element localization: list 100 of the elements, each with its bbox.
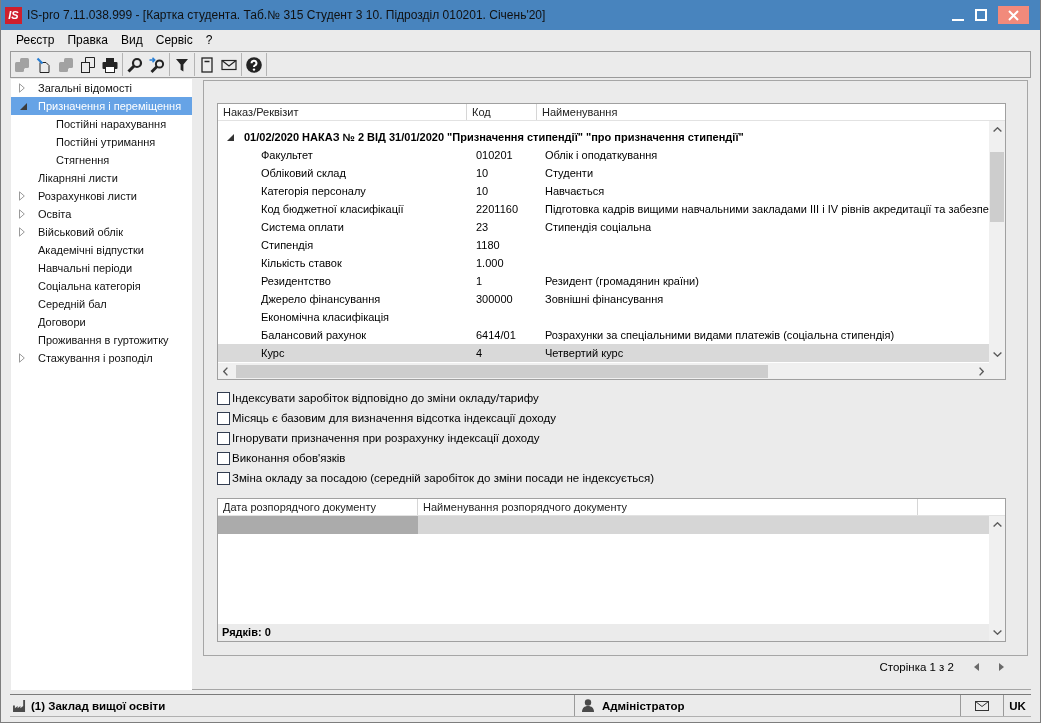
- app-logo: IS: [5, 6, 22, 24]
- table-cell-text: Система оплати: [260, 220, 345, 235]
- copy-icon[interactable]: [80, 56, 96, 73]
- tree-item[interactable]: Соціальна категорія: [11, 277, 192, 295]
- tree-item[interactable]: Договори: [11, 313, 192, 331]
- document-icon[interactable]: [199, 56, 215, 73]
- organization-name: (1) Заклад вищої освіти: [31, 699, 166, 712]
- table-row[interactable]: Резидентство 1 Резидент (громадянин країни): [218, 272, 989, 290]
- table-cell-text: 2201160: [475, 202, 519, 217]
- table-row[interactable]: Код бюджетної класифікації 2201160 Підготовка кадрів вищими навчальними закладами III і IV рівнів акредитації та забезпе: [218, 200, 989, 218]
- table-cell-text: Резидент (громадянин країни): [544, 274, 699, 289]
- table-cell-text: 300000: [475, 292, 514, 307]
- scrollbar-thumb[interactable]: [990, 152, 1004, 222]
- table-row[interactable]: Система оплати 23 Стипендія соціальна: [218, 218, 989, 236]
- checkbox-label: Місяць є базовим для визначення відсотка індексації доходу: [232, 412, 556, 424]
- table-cell-text: Джерело фінансування: [260, 292, 382, 307]
- table-row[interactable]: Факультет 010201 Облік і оподаткування: [218, 146, 989, 164]
- focused-cell[interactable]: [218, 516, 418, 534]
- triangle-right-icon[interactable]: [999, 663, 1004, 671]
- menu-item[interactable]: Реєстр: [16, 33, 55, 47]
- scrollbar-thumb[interactable]: [236, 364, 768, 378]
- tree-item[interactable]: Військовий облік: [11, 223, 192, 241]
- tree-item[interactable]: Академічні відпустки: [11, 241, 192, 259]
- table-row[interactable]: Категорія персоналу 10 Навчається: [218, 182, 989, 200]
- column-header[interactable]: Найменування: [537, 104, 1005, 120]
- table-cell-text: Код бюджетної класифікації: [260, 202, 405, 217]
- filter-icon[interactable]: [174, 56, 190, 73]
- tree-item[interactable]: Проживання в гуртожитку: [11, 331, 192, 349]
- table-row[interactable]: Балансовий рахунок 6414/01 Розрахунки за спеціальними видами платежів (соціальна стипендія): [218, 326, 989, 344]
- factory-icon: [13, 699, 26, 712]
- tree-item[interactable]: Навчальні періоди: [11, 259, 192, 277]
- checkbox[interactable]: [217, 411, 230, 425]
- chevron-left-icon[interactable]: [223, 366, 228, 376]
- tree-item[interactable]: Лікарняні листи: [11, 169, 192, 187]
- table-cell-text: Навчається: [544, 184, 605, 199]
- collapsed-arrow-icon[interactable]: [19, 83, 25, 93]
- collapsed-arrow-icon[interactable]: [19, 191, 25, 201]
- table-cell-text: Студенти: [544, 166, 594, 181]
- window-title: IS-pro 7.11.038.999 - [Картка студента. Таб.№ 315 Студент 3 10. Підрозділ 010201. Січень'20]: [27, 8, 546, 22]
- collapsed-arrow-icon[interactable]: [19, 227, 25, 237]
- vertical-scrollbar[interactable]: [989, 516, 1005, 641]
- tree-item[interactable]: Розрахункові листи: [11, 187, 192, 205]
- collapsed-arrow-icon[interactable]: [19, 353, 25, 363]
- menu-item[interactable]: ?: [205, 33, 213, 47]
- table-cell-text: Курс: [260, 346, 286, 361]
- tree-item[interactable]: Постійні утримання: [11, 133, 192, 151]
- mail-icon[interactable]: [975, 700, 989, 711]
- chevron-right-icon[interactable]: [979, 366, 984, 376]
- table-row[interactable]: Обліковий склад 10 Студенти: [218, 164, 989, 182]
- chevron-down-icon[interactable]: [992, 352, 1002, 357]
- column-header[interactable]: Код: [467, 104, 537, 120]
- table-cell-text: Розрахунки за спеціальними видами платежів (соціальна стипендія): [544, 328, 895, 343]
- menu-item[interactable]: Сервіс: [155, 33, 193, 47]
- chevron-up-icon[interactable]: [992, 522, 1002, 527]
- tree-item[interactable]: Загальні відомості: [11, 79, 192, 97]
- collapsed-arrow-icon[interactable]: [19, 209, 25, 219]
- table-row[interactable]: Економічна класифікація: [218, 308, 989, 326]
- table-cell-text: Підготовка кадрів вищими навчальними закладами III і IV рівнів акредитації та забезпе: [544, 202, 989, 217]
- search-arrow-icon[interactable]: [149, 56, 165, 73]
- triangle-left-icon[interactable]: [974, 663, 979, 671]
- table-row[interactable]: Кількість ставок 1.000: [218, 254, 989, 272]
- checkbox-label: Індексувати заробіток відповідно до зміни окладу/тарифу: [232, 392, 539, 404]
- checkbox[interactable]: [217, 391, 230, 405]
- tree-item[interactable]: Стягнення: [11, 151, 192, 169]
- tree-item[interactable]: Стажування і розподіл: [11, 349, 192, 367]
- table-row[interactable]: Джерело фінансування 300000 Зовнішні фінансування: [218, 290, 989, 308]
- table-cell-text: Факультет: [260, 148, 314, 163]
- table-cell-text: Стипендія: [260, 238, 315, 253]
- table-cell-text: Балансовий рахунок: [260, 328, 368, 343]
- checkbox[interactable]: [217, 431, 230, 445]
- vertical-scrollbar[interactable]: [989, 121, 1005, 363]
- checkbox-label: Зміна окладу за посадою (середній заробіток до зміни посади не індексується): [232, 472, 654, 484]
- tree-item[interactable]: Середній бал: [11, 295, 192, 313]
- maximize-icon[interactable]: [975, 9, 987, 21]
- column-header[interactable]: Найменування розпорядчого документу: [418, 499, 918, 515]
- help-icon[interactable]: [246, 56, 262, 73]
- checkbox[interactable]: [217, 471, 230, 485]
- horizontal-scrollbar[interactable]: [218, 363, 989, 379]
- expanded-arrow-icon[interactable]: [227, 133, 234, 141]
- close-icon: [1008, 9, 1019, 21]
- tree-item[interactable]: Освіта: [11, 205, 192, 223]
- table-cell-text: Четвертий курс: [544, 346, 624, 361]
- table-row[interactable]: Курс 4 Четвертий курс: [218, 344, 989, 362]
- column-header[interactable]: Наказ/Реквізит: [218, 104, 467, 120]
- table-row[interactable]: Стипендія 1180: [218, 236, 989, 254]
- page-with-pen-icon[interactable]: [36, 56, 52, 73]
- chevron-down-icon[interactable]: [992, 630, 1002, 635]
- checkbox[interactable]: [217, 451, 230, 465]
- table-cell-text: Зовнішні фінансування: [544, 292, 664, 307]
- group-row[interactable]: 01/02/2020 НАКАЗ № 2 ВІД 31/01/2020 "Призначення стипендії" "про призначення стипендії": [218, 128, 989, 146]
- menu-item[interactable]: Вид: [121, 33, 143, 47]
- checkbox-label: Виконання обов'язків: [232, 452, 346, 464]
- printer-icon[interactable]: [102, 56, 118, 73]
- table-cell-text: 4: [475, 346, 484, 361]
- tree-item[interactable]: Постійні нарахування: [11, 115, 192, 133]
- menu-item[interactable]: Правка: [67, 33, 108, 47]
- chevron-up-icon[interactable]: [992, 127, 1002, 132]
- language-indicator[interactable]: UK: [1009, 699, 1026, 712]
- search-icon[interactable]: [127, 56, 143, 73]
- column-header[interactable]: Дата розпорядчого документу: [218, 499, 418, 515]
